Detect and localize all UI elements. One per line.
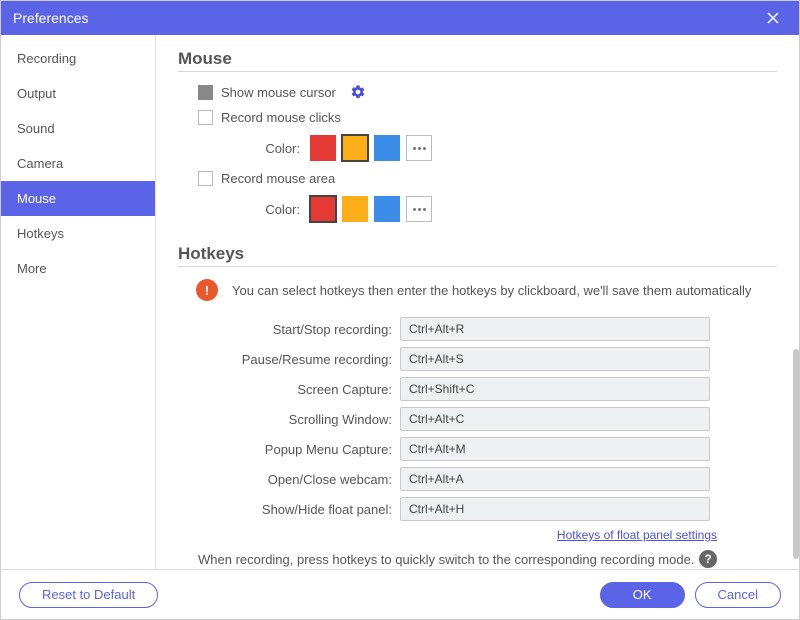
area-color-label: Color: <box>242 202 300 217</box>
record-clicks-label: Record mouse clicks <box>221 110 341 125</box>
reset-button[interactable]: Reset to Default <box>19 582 158 608</box>
hk-input-float-panel[interactable] <box>400 497 710 521</box>
window-title: Preferences <box>13 10 759 26</box>
ok-button[interactable]: OK <box>600 582 685 608</box>
sidebar-item-output[interactable]: Output <box>1 76 155 111</box>
swatch-area-red[interactable] <box>310 196 336 222</box>
clicks-color-label: Color: <box>242 141 300 156</box>
checkbox-show-cursor[interactable] <box>198 85 213 100</box>
hk-input-scrolling-window[interactable] <box>400 407 710 431</box>
hk-label-pause-resume: Pause/Resume recording: <box>178 352 400 367</box>
hk-label-start-stop: Start/Stop recording: <box>178 322 400 337</box>
content-pane: Mouse Show mouse cursor Record mouse cli… <box>156 35 799 569</box>
gear-icon[interactable] <box>350 84 366 100</box>
hk-input-webcam[interactable] <box>400 467 710 491</box>
sidebar-item-label: Recording <box>17 51 76 66</box>
sidebar-item-more[interactable]: More <box>1 251 155 286</box>
sidebar-item-label: Camera <box>17 156 63 171</box>
footer: Reset to Default OK Cancel <box>1 569 799 619</box>
sidebar-item-recording[interactable]: Recording <box>1 41 155 76</box>
scrollbar-thumb[interactable] <box>793 349 799 559</box>
swatch-clicks-orange[interactable] <box>342 135 368 161</box>
hk-label-popup-menu: Popup Menu Capture: <box>178 442 400 457</box>
checkbox-record-clicks[interactable] <box>198 110 213 125</box>
ok-button-label: OK <box>633 587 652 602</box>
sidebar-item-label: Mouse <box>17 191 56 206</box>
help-icon[interactable]: ? <box>699 550 717 568</box>
sidebar-item-sound[interactable]: Sound <box>1 111 155 146</box>
float-panel-settings-link[interactable]: Hotkeys of float panel settings <box>557 528 717 542</box>
dots-icon <box>413 208 416 211</box>
section-heading-hotkeys: Hotkeys <box>178 244 777 267</box>
swatch-area-orange[interactable] <box>342 196 368 222</box>
section-heading-mouse: Mouse <box>178 49 777 72</box>
hk-label-screen-capture: Screen Capture: <box>178 382 400 397</box>
sidebar-item-mouse[interactable]: Mouse <box>1 181 155 216</box>
hk-label-float-panel: Show/Hide float panel: <box>178 502 400 517</box>
sidebar-item-label: More <box>17 261 47 276</box>
hotkeys-info-text: You can select hotkeys then enter the ho… <box>232 283 751 298</box>
hk-label-webcam: Open/Close webcam: <box>178 472 400 487</box>
sidebar-item-label: Sound <box>17 121 55 136</box>
record-area-label: Record mouse area <box>221 171 335 186</box>
cancel-button[interactable]: Cancel <box>695 582 781 608</box>
swatch-area-more[interactable] <box>406 196 432 222</box>
close-icon <box>766 11 780 25</box>
cancel-button-label: Cancel <box>718 587 758 602</box>
hotkeys-note: When recording, press hotkeys to quickly… <box>198 552 699 567</box>
swatch-area-blue[interactable] <box>374 196 400 222</box>
hk-input-popup-menu[interactable] <box>400 437 710 461</box>
sidebar-item-camera[interactable]: Camera <box>1 146 155 181</box>
close-button[interactable] <box>759 4 787 32</box>
checkbox-record-area[interactable] <box>198 171 213 186</box>
hk-input-start-stop[interactable] <box>400 317 710 341</box>
info-icon: ! <box>196 279 218 301</box>
hk-input-pause-resume[interactable] <box>400 347 710 371</box>
sidebar: Recording Output Sound Camera Mouse Hotk… <box>1 35 156 569</box>
show-cursor-label: Show mouse cursor <box>221 85 336 100</box>
sidebar-item-label: Output <box>17 86 56 101</box>
swatch-clicks-blue[interactable] <box>374 135 400 161</box>
swatch-clicks-red[interactable] <box>310 135 336 161</box>
hk-label-scrolling-window: Scrolling Window: <box>178 412 400 427</box>
sidebar-item-label: Hotkeys <box>17 226 64 241</box>
hk-input-screen-capture[interactable] <box>400 377 710 401</box>
titlebar: Preferences <box>1 1 799 35</box>
dots-icon <box>413 147 416 150</box>
reset-button-label: Reset to Default <box>42 587 135 602</box>
sidebar-item-hotkeys[interactable]: Hotkeys <box>1 216 155 251</box>
swatch-clicks-more[interactable] <box>406 135 432 161</box>
